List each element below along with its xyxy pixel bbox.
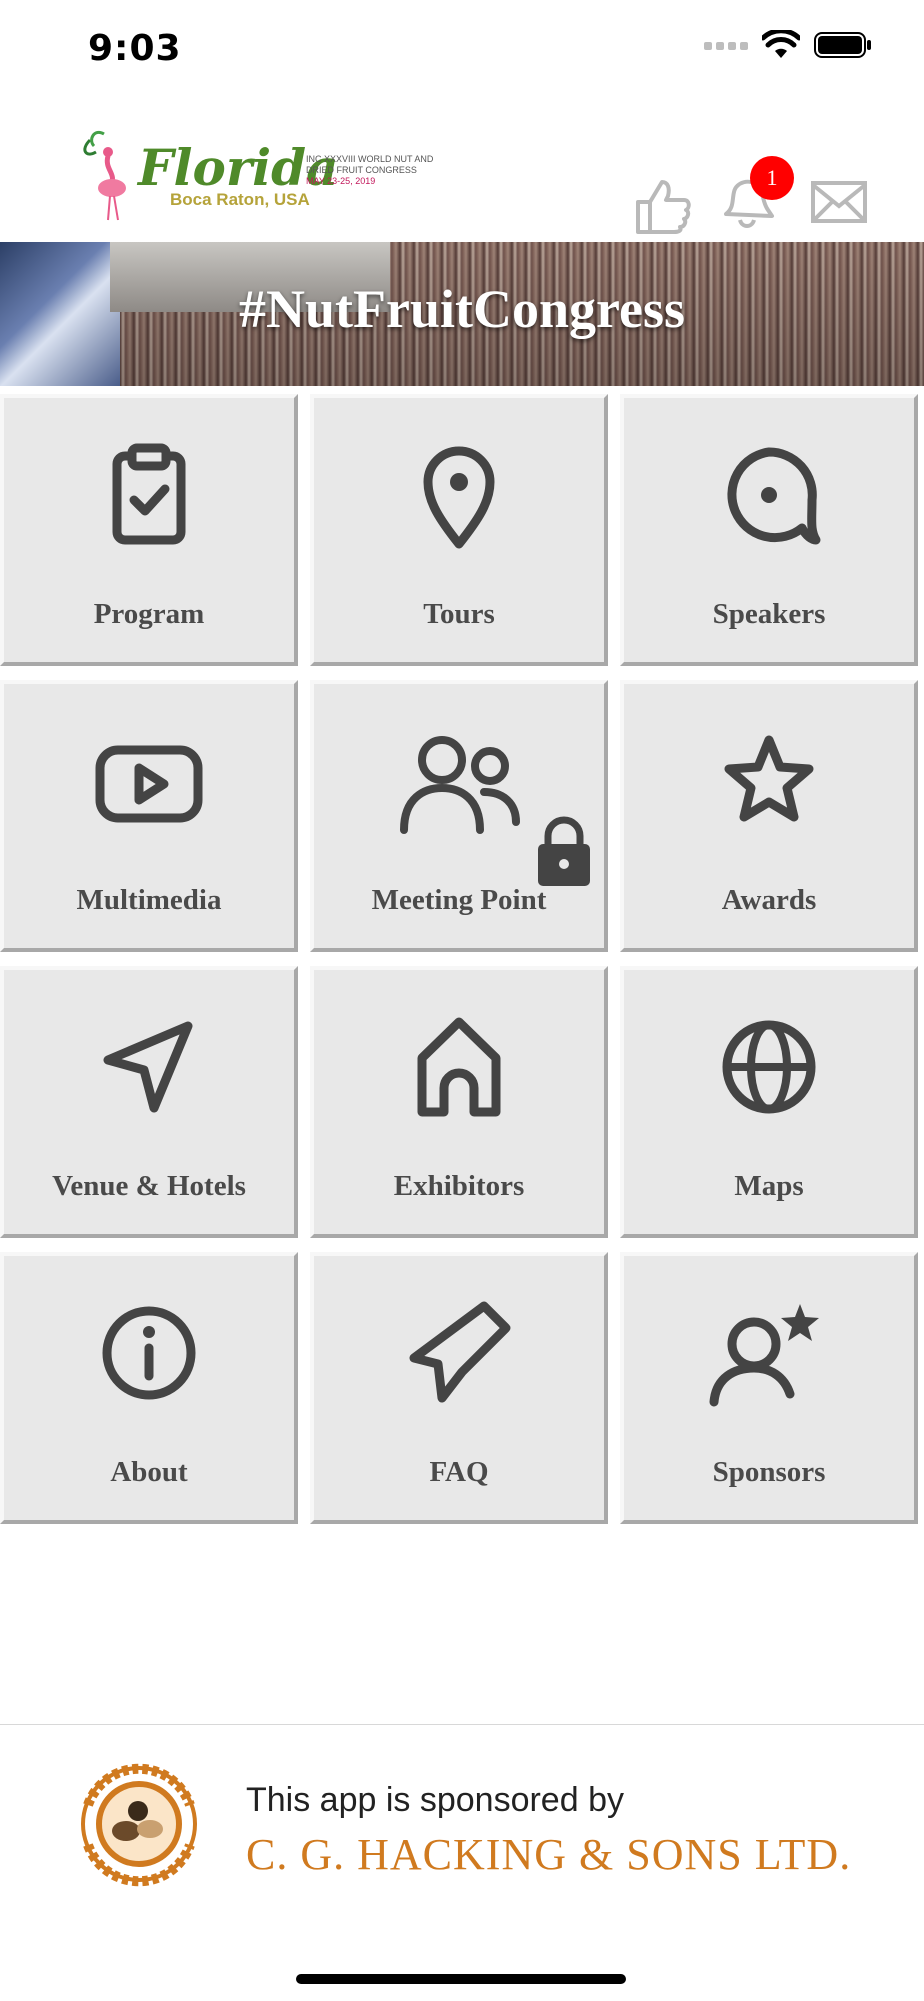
tag-icon (409, 1301, 511, 1403)
tile-about[interactable]: About (0, 1252, 298, 1524)
tile-label: Meeting Point (371, 884, 547, 916)
map-pin-icon (423, 446, 495, 549)
tile-label: Maps (734, 1170, 804, 1202)
tile-exhibitors[interactable]: Exhibitors (310, 966, 608, 1238)
flamingo-icon (83, 131, 126, 221)
tile-label: Exhibitors (393, 1170, 525, 1202)
tile-label: Sponsors (712, 1456, 826, 1488)
status-bar: 9:03 (0, 0, 924, 100)
battery-icon (814, 32, 871, 58)
tile-label: About (110, 1456, 188, 1488)
thumbs-up-icon[interactable] (634, 178, 692, 234)
home-indicator[interactable] (296, 1974, 626, 1984)
logo-dates: MAY 23-25, 2019 (306, 176, 376, 186)
sponsor-footer[interactable]: This app is sponsored by C. G. HACKING &… (0, 1724, 924, 2001)
mail-icon[interactable] (810, 180, 868, 224)
sponsor-caption: This app is sponsored by (246, 1781, 624, 1819)
tile-tours[interactable]: Tours (310, 394, 608, 666)
users-icon (400, 736, 520, 834)
tile-label: Awards (721, 884, 817, 916)
tile-meeting-point[interactable]: Meeting Point (310, 680, 608, 952)
header: Florida Boca Raton, USA INC XXXVIII WORL… (0, 100, 924, 242)
banner-hashtag: #NutFruitCongress (238, 279, 685, 339)
tile-maps[interactable]: Maps (620, 966, 918, 1238)
tile-label: Tours (423, 598, 495, 630)
tile-sponsors[interactable]: Sponsors (620, 1252, 918, 1524)
wifi-icon (762, 30, 800, 58)
tile-speakers[interactable]: Speakers (620, 394, 918, 666)
clipboard-check-icon (112, 443, 186, 545)
notification-badge: 1 (750, 156, 794, 200)
sponsor-seal-logo (81, 1763, 197, 1887)
tile-faq[interactable]: FAQ (310, 1252, 608, 1524)
status-time: 9:03 (88, 28, 182, 69)
hashtag-banner: #NutFruitCongress (0, 242, 924, 386)
navigation-arrow-icon (103, 1021, 193, 1113)
tile-multimedia[interactable]: Multimedia (0, 680, 298, 952)
user-star-icon (709, 1304, 819, 1407)
lock-icon (538, 816, 590, 886)
logo-inc-title: INC XXXVIII WORLD NUT AND DRIED FRUIT CO… (306, 154, 434, 175)
tile-label: Program (93, 598, 205, 630)
globe-icon (722, 1020, 816, 1114)
logo-inc-text: INC XXXVIII WORLD NUT AND DRIED FRUIT CO… (306, 154, 456, 187)
tile-label: FAQ (429, 1456, 489, 1488)
tile-program[interactable]: Program (0, 394, 298, 666)
congress-logo: Florida Boca Raton, USA INC XXXVIII WORL… (80, 130, 450, 222)
tile-label: Venue & Hotels (52, 1170, 246, 1202)
signal-icon (704, 42, 748, 50)
logo-location: Boca Raton, USA (170, 190, 310, 209)
home-icon (417, 1017, 501, 1117)
sponsor-name: C. G. HACKING & SONS LTD. (246, 1830, 852, 1879)
tile-venue-hotels[interactable]: Venue & Hotels (0, 966, 298, 1238)
tile-label: Speakers (712, 598, 826, 630)
status-icons (704, 30, 872, 60)
info-icon (102, 1306, 196, 1400)
star-icon (724, 735, 814, 822)
tile-label: Multimedia (76, 884, 222, 916)
tile-awards[interactable]: Awards (620, 680, 918, 952)
play-video-icon (95, 745, 203, 823)
speech-bubble-icon (727, 447, 821, 545)
header-actions: 1 (634, 156, 874, 234)
